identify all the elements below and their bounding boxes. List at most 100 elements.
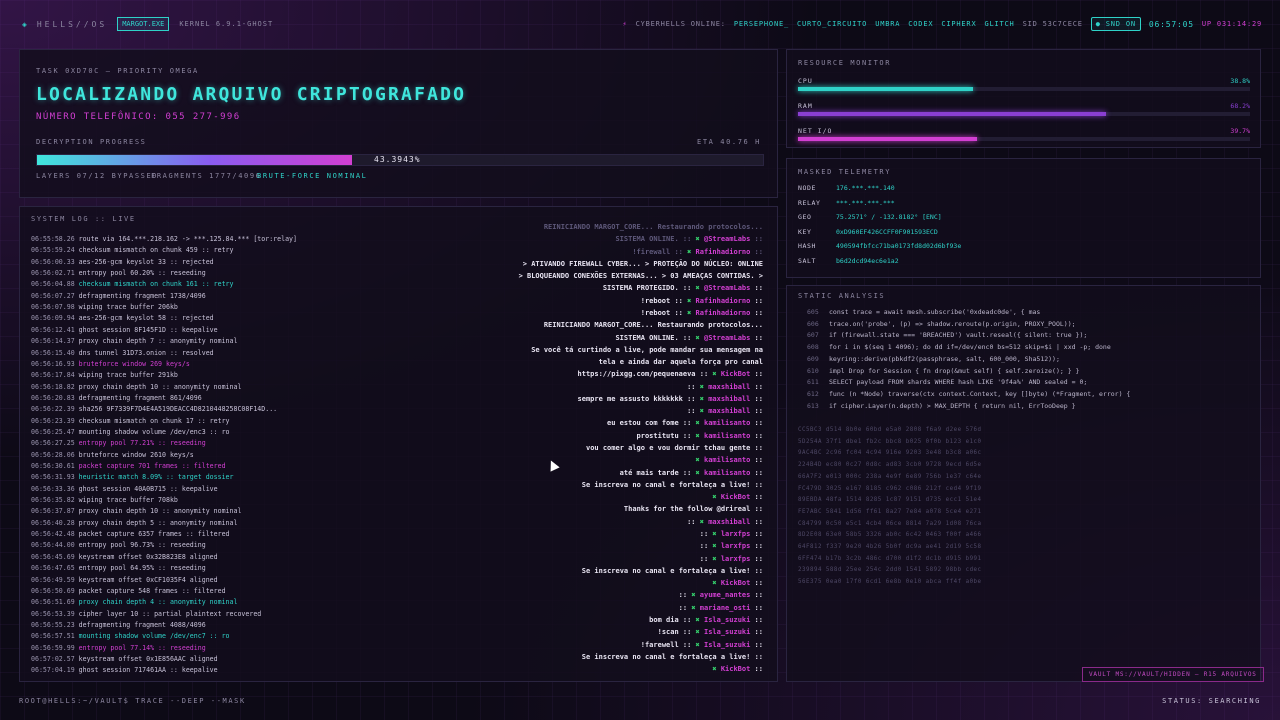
log-line: 06:56:35.82 wiping trace buffer 708kb — [31, 496, 178, 504]
static-analysis-panel: STATIC ANALYSIS 605 const trace = await m… — [786, 285, 1261, 682]
log-timestamp: 06:56:16.93 — [31, 359, 75, 368]
chat-separator: :: — [750, 382, 763, 391]
log-line: 06:56:14.37 proxy chain depth 7 :: anony… — [31, 337, 237, 345]
chat-username[interactable]: Isla_suzuki — [704, 628, 750, 636]
chat-username[interactable]: larxfps — [721, 555, 751, 563]
chat-text: sempre me assusto kkkkkkk :: — [577, 394, 696, 403]
kick-badge-icon: ✖ — [695, 407, 709, 416]
masked-telemetry-panel: MASKED TELEMETRY NODE 176.***.***.140 RELA… — [786, 158, 1261, 278]
chat-username[interactable]: KickBot — [721, 579, 751, 587]
command-prompt[interactable]: ROOT@HELLS:~/VAULT$ TRACE --DEEP --MASK — [19, 697, 246, 705]
log-line: 06:55:59.24 checksum mismatch on chunk 4… — [31, 246, 233, 254]
resource-bar — [798, 112, 1250, 116]
chat-message: ✖ KickBot :: — [712, 665, 763, 673]
log-message: ghost session 40A0B715 :: keepalive — [78, 484, 218, 493]
kick-badge-icon: ✖ — [691, 333, 704, 342]
chat-username[interactable]: Isla_suzuki — [704, 616, 750, 624]
chat-username[interactable]: mariane_osti — [700, 604, 751, 612]
chat-username[interactable]: kamilisanto — [704, 469, 750, 477]
telemetry-key: RELAY — [798, 198, 821, 207]
kick-badge-icon: ✖ — [708, 370, 721, 379]
telemetry-value: b6d2dcd94ec6e1a2 — [836, 257, 899, 265]
chat-message: Thanks for the follow @drireal :: — [624, 505, 763, 513]
log-line: 06:56:30.61 packet capture 701 frames ::… — [31, 462, 226, 470]
log-timestamp: 06:56:53.39 — [31, 609, 75, 618]
log-message: dns tunnel 31D73.onion :: resolved — [78, 348, 214, 357]
chat-username[interactable]: Rafinhadiorno — [696, 309, 751, 317]
chat-username[interactable]: larxfps — [721, 542, 751, 550]
chat-message: ✖ kamilisanto :: — [696, 456, 763, 464]
chat-username[interactable]: @StreamLabs — [704, 334, 750, 342]
chat-message: tela e ainda dar aquela força pro canal — [599, 358, 763, 366]
chat-message: REINICIANDO MARGOT_CORE... Restaurando p… — [544, 321, 763, 329]
chat-username[interactable]: Isla_suzuki — [704, 641, 750, 649]
progress-label: DECRYPTION PROGRESS — [36, 138, 147, 146]
log-timestamp: 06:56:57.51 — [31, 632, 75, 641]
log-message: mounting shadow volume /dev/enc3 :: ro — [78, 427, 230, 436]
chat-text: Se inscreva no canal e fortaleça a live!… — [581, 480, 763, 489]
chat-username[interactable]: KickBot — [721, 370, 751, 378]
hex-dump-line: 66A7F2 e013 000c 238a 4e9f 6e89 756b 1e3… — [798, 473, 982, 480]
chat-username[interactable]: ayume_nantes — [700, 591, 751, 599]
hex-dump-line: 89EBDA 48fa 1514 8285 1c87 9151 d735 ecc… — [798, 497, 982, 504]
log-message: cipher layer 10 :: partial plaintext rec… — [78, 609, 262, 618]
kick-badge-icon: ✖ — [712, 579, 721, 588]
system-log-panel[interactable]: SYSTEM LOG :: LIVE 06:55:58.26 route via… — [19, 206, 778, 682]
resource-value: 38.8% — [1230, 77, 1250, 85]
kick-badge-icon: ✖ — [691, 419, 704, 428]
page-title: LOCALIZANDO ARQUIVO CRIPTOGRAFADO — [36, 84, 467, 105]
chat-separator: :: — [750, 308, 763, 317]
chat-username[interactable]: kamilisanto — [704, 419, 750, 427]
log-message: keystream offset 0xCF1035F4 aligned — [78, 575, 218, 584]
log-timestamp: 06:56:47.65 — [31, 564, 75, 573]
log-line: 06:56:33.36 ghost session 40A0B715 :: ke… — [31, 485, 218, 493]
telemetry-row: SALT b6d2dcd94ec6e1a2 — [798, 257, 899, 265]
chat-username[interactable]: Rafinhadiorno — [696, 297, 751, 305]
chat-message: :: ✖ larxfps :: — [700, 555, 763, 563]
chat-username[interactable]: maxshiball — [708, 518, 750, 526]
log-message: keystream offset 0x32B823E8 aligned — [78, 552, 218, 561]
kick-badge-icon: ✖ — [708, 530, 721, 538]
resource-name: NET I/O — [798, 127, 833, 135]
chat-username[interactable]: maxshiball — [708, 407, 750, 415]
log-message: packet capture 701 frames :: filtered — [78, 462, 226, 470]
static-analysis-title: STATIC ANALYSIS — [798, 292, 886, 300]
log-timestamp: 06:56:40.28 — [31, 518, 75, 527]
chat-message: :: ✖ larxfps :: — [700, 542, 763, 550]
kick-badge-icon: ✖ — [695, 382, 709, 391]
chat-username[interactable]: larxfps — [721, 530, 751, 538]
vault-link[interactable]: VAULT MS://VAULT/HIDDEN — R15 ARQUIVOS — [1082, 667, 1264, 682]
resource-bar-fill — [798, 137, 978, 141]
eta: ETA 40.76 H — [697, 138, 761, 146]
kick-badge-icon: ✖ — [708, 542, 721, 551]
log-message: sha256 9F7339F7D4E4A519DEACC4D8210448258… — [78, 405, 278, 414]
chat-username[interactable]: KickBot — [721, 665, 751, 673]
chat-username[interactable]: kamilisanto — [704, 456, 750, 464]
chat-separator: :: — [750, 333, 763, 342]
resource-bar-fill — [798, 112, 1107, 116]
online-icon: ⚡ — [622, 20, 628, 28]
log-message: wiping trace buffer 708kb — [78, 496, 178, 505]
chat-username[interactable]: KickBot — [721, 493, 751, 501]
chat-message: SISTEMA ONLINE. :: ✖ @StreamLabs :: — [615, 235, 763, 243]
chat-message: !scan :: ✖ Isla_suzuki :: — [658, 628, 763, 636]
log-timestamp: 06:56:02.71 — [31, 269, 75, 278]
chat-username[interactable]: maxshiball — [708, 395, 750, 403]
kick-badge-icon: ✖ — [695, 394, 709, 403]
chat-text: :: — [678, 603, 688, 612]
code-line: 607 if (firewall.state === 'BREACHED') va… — [807, 331, 1087, 339]
chat-username[interactable]: kamilisanto — [704, 432, 750, 440]
chat-username[interactable]: @StreamLabs — [704, 235, 750, 243]
chat-username[interactable]: maxshiball — [708, 383, 750, 391]
log-line: 06:57:04.19 ghost session 717461AA :: ke… — [31, 666, 218, 674]
chat-text: bom dia :: — [649, 615, 692, 624]
code-line: 606 trace.on('probe', (p) => shadow.rerou… — [807, 320, 1076, 328]
chat-username[interactable]: @StreamLabs — [704, 284, 750, 292]
chat-text: tela e ainda dar aquela força pro canal — [598, 358, 763, 367]
sound-toggle[interactable]: ● SND ON — [1090, 17, 1141, 31]
chat-username[interactable]: Rafinhadiorno — [696, 248, 751, 256]
code-text: const trace = await mesh.subscribe('0xde… — [829, 308, 1041, 316]
online-user: GLITCH — [984, 20, 1015, 28]
log-timestamp: 06:56:23.39 — [31, 416, 75, 425]
chat-message: Se inscreva no canal e fortaleça a live!… — [582, 481, 763, 489]
